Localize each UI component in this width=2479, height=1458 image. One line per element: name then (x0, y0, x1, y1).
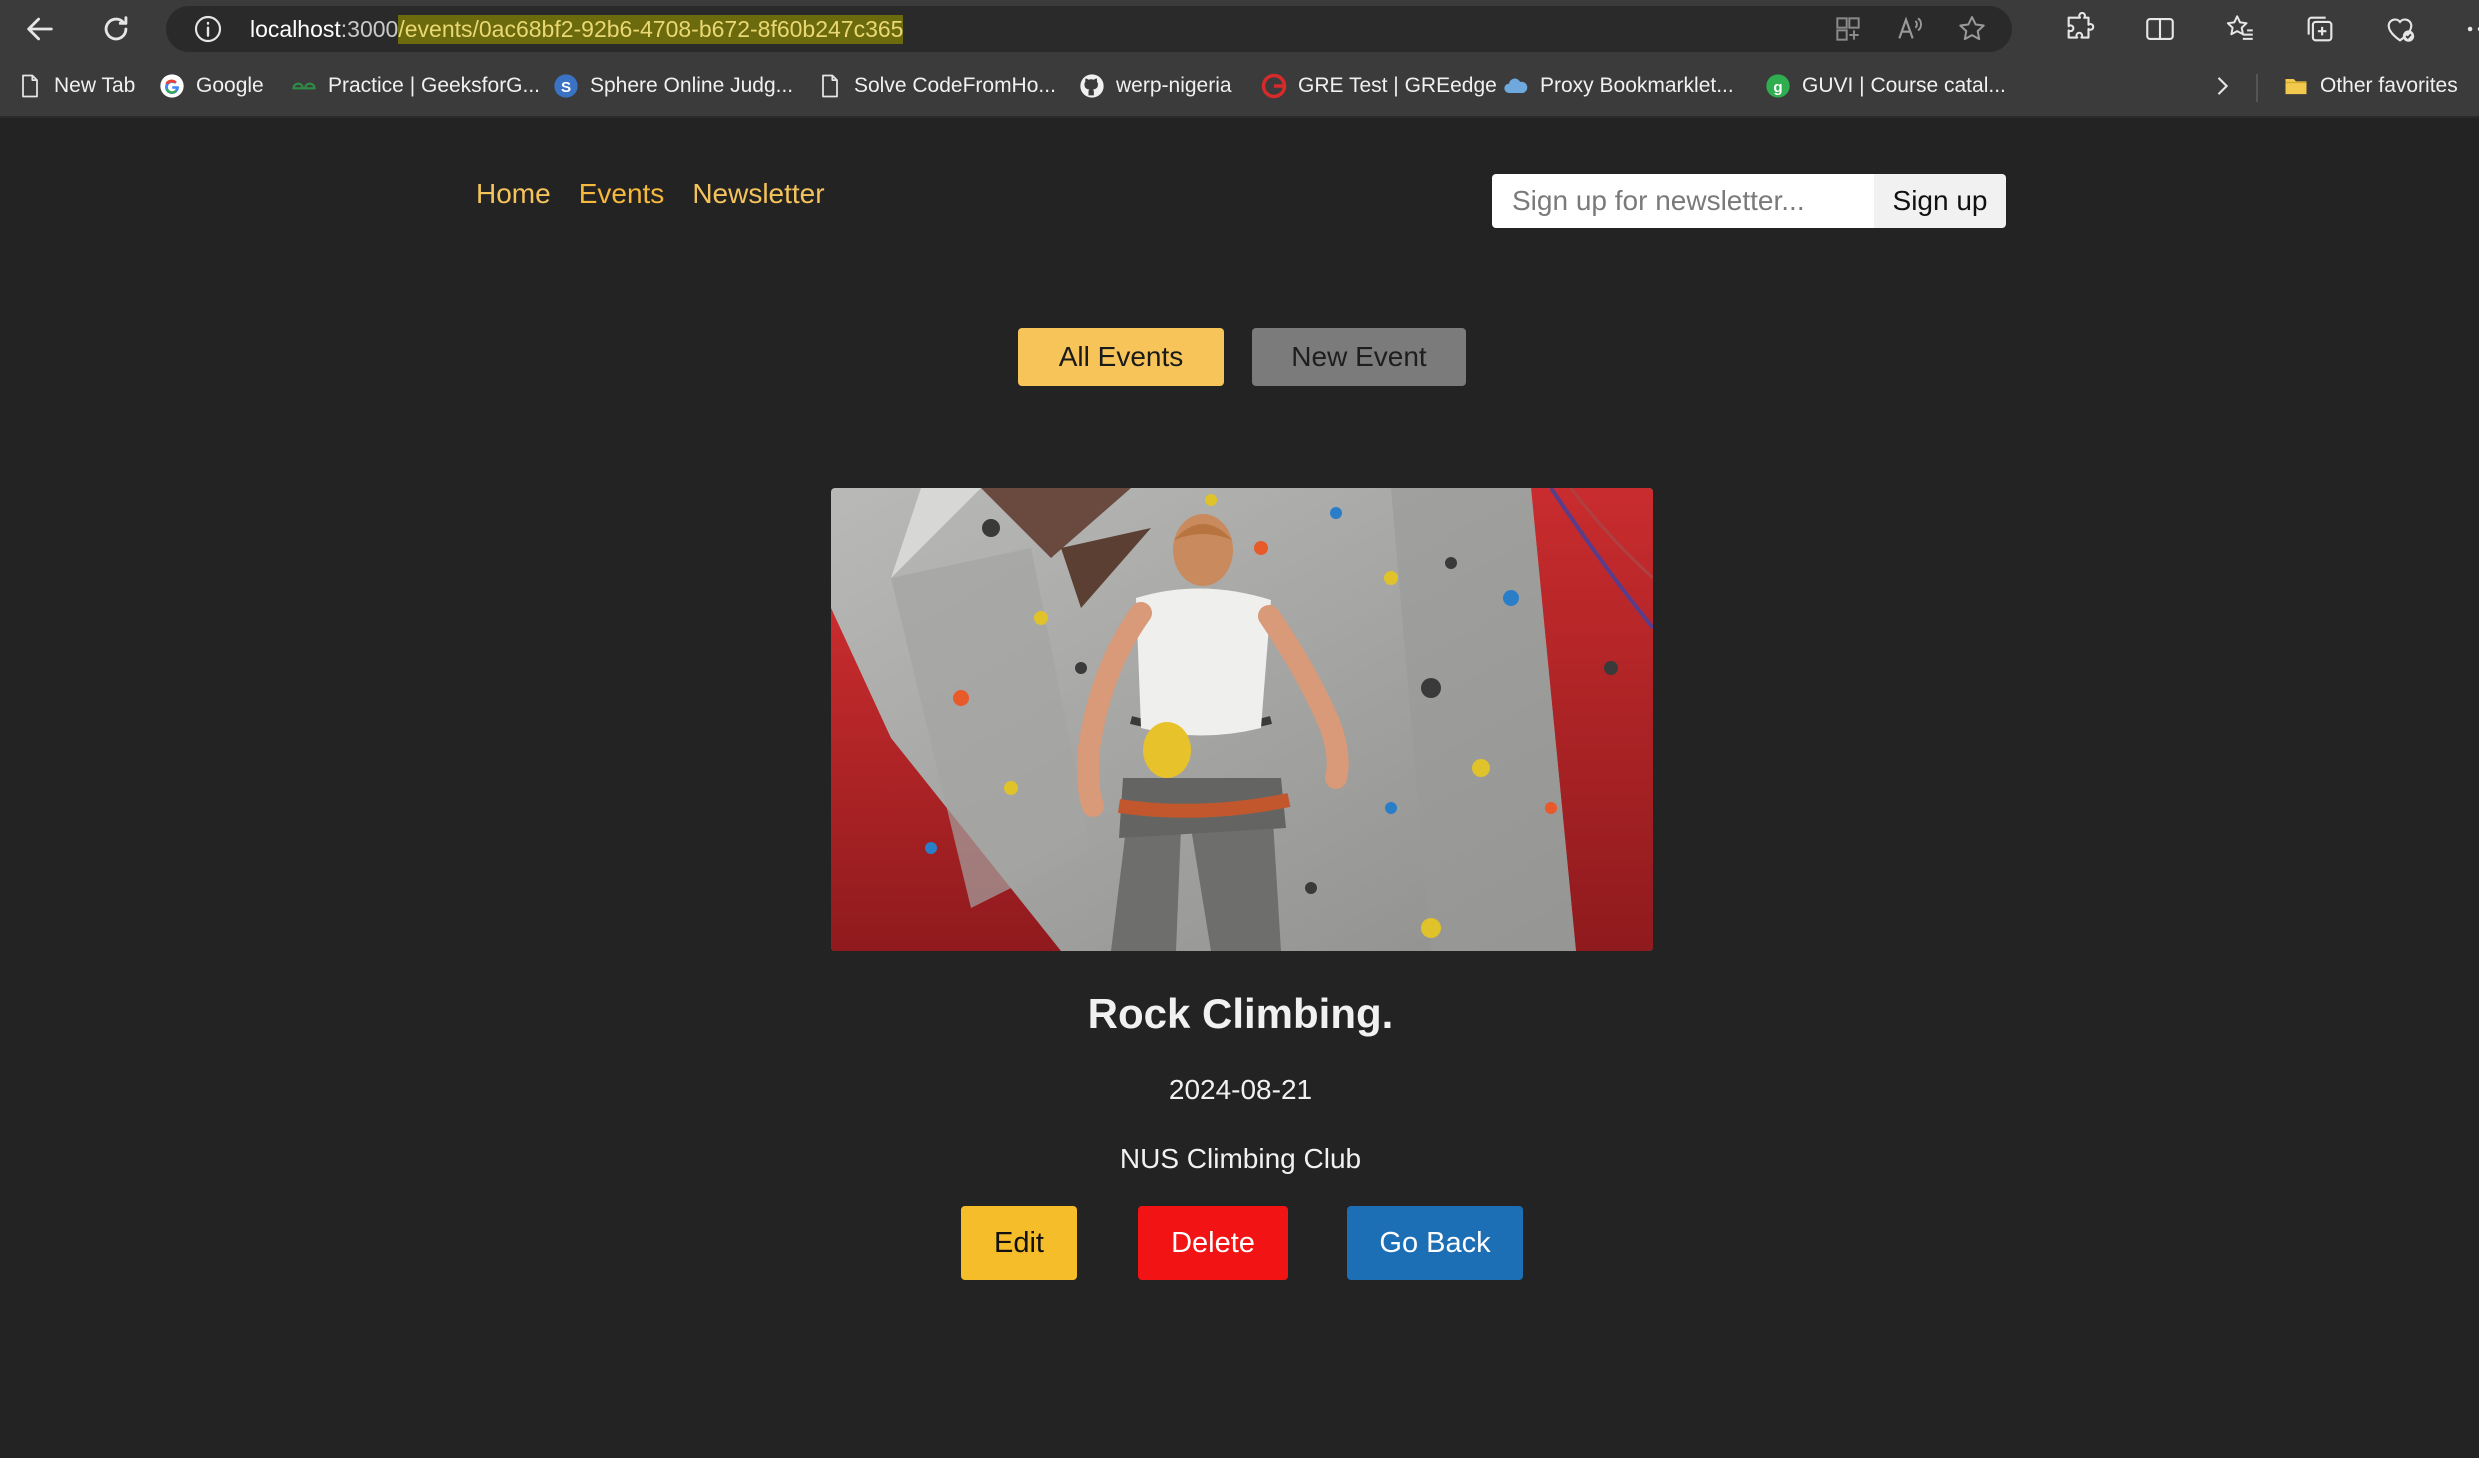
chevron-right-icon (2217, 77, 2229, 95)
bookmark-label: GRE Test | GREedge (1298, 74, 1497, 97)
bookmark-google[interactable]: Google (158, 72, 264, 100)
bookmarks-divider (2256, 74, 2258, 102)
events-tabs: All Events New Event (1018, 328, 1466, 386)
delete-button[interactable]: Delete (1138, 1206, 1288, 1280)
more-dots-icon (2467, 26, 2479, 32)
cloud-icon (1504, 78, 1528, 93)
google-icon (160, 74, 184, 98)
bookmark-label: werp-nigeria (1116, 74, 1232, 97)
bookmark-label: GUVI | Course catal... (1802, 74, 2006, 97)
bookmark-label: New Tab (54, 74, 136, 97)
puzzle-icon (2067, 12, 2095, 39)
go-back-button[interactable]: Go Back (1347, 1206, 1523, 1280)
newsletter-signup-form: Sign up (1492, 174, 2006, 228)
event-organizer: NUS Climbing Club (1119, 1143, 1362, 1174)
read-aloud-icon[interactable] (1894, 13, 1926, 45)
bookmark-label: Solve CodeFromHo... (854, 74, 1056, 97)
url-text[interactable]: localhost:3000/events/0ac68bf2-92b6-4708… (250, 14, 904, 44)
url-path: /events/0ac68bf2-92b6-4708-b672-8f60b247… (398, 14, 904, 44)
greedge-icon (1261, 73, 1287, 99)
split-screen-icon (2146, 18, 2174, 40)
url-host: localhost (250, 15, 341, 42)
event-date: 2024-08-21 (1168, 1074, 1313, 1105)
all-events-button[interactable]: All Events (1018, 328, 1224, 386)
collections-icon (2307, 16, 2333, 42)
settings-more-button[interactable] (2440, 12, 2479, 46)
nav-events-link[interactable]: Events (579, 178, 665, 210)
page-icon (22, 74, 38, 98)
browser-toolbar: localhost:3000/events/0ac68bf2-92b6-4708… (0, 0, 2479, 58)
bookmark-label: Sphere Online Judg... (590, 74, 794, 97)
back-button[interactable] (12, 0, 68, 58)
svg-text:S: S (561, 79, 571, 96)
newsletter-email-input[interactable] (1492, 174, 1874, 228)
bookmark-label: Practice | GeeksforG... (328, 74, 541, 97)
favorite-star-icon[interactable] (1956, 13, 1988, 45)
event-image (831, 488, 1653, 951)
app-available-icon[interactable] (1832, 13, 1864, 45)
bookmark-label: Proxy Bookmarklet... (1540, 74, 1734, 97)
bookmark-codefromhome[interactable]: Solve CodeFromHo... (816, 72, 1056, 100)
bookmark-geeksforgeeks[interactable]: Practice | GeeksforG... (290, 72, 540, 100)
extensions-button[interactable] (2040, 12, 2120, 46)
spoj-icon: S (554, 74, 578, 98)
bookmark-spoj[interactable]: S Sphere Online Judg... (552, 72, 793, 100)
bookmark-label: Other favorites (2320, 74, 2458, 97)
bookmark-other-favorites[interactable]: Other favorites (2282, 72, 2458, 100)
folder-icon (2285, 79, 2307, 95)
favorites-button[interactable] (2200, 12, 2280, 46)
nav-home-link[interactable]: Home (476, 178, 551, 210)
newsletter-signup-button[interactable]: Sign up (1874, 174, 2006, 228)
heart-pulse-icon (2387, 18, 2415, 42)
bookmarks-overflow-button[interactable] (2208, 72, 2236, 100)
new-event-button[interactable]: New Event (1252, 328, 1466, 386)
bookmark-werp-nigeria[interactable]: werp-nigeria (1078, 72, 1232, 100)
reload-icon (104, 16, 128, 41)
bookmark-new-tab[interactable]: New Tab (16, 72, 135, 100)
collections-button[interactable] (2280, 12, 2360, 46)
nav-newsletter-link[interactable]: Newsletter (692, 178, 824, 210)
favorites-list-icon (2226, 15, 2253, 40)
browser-essentials-button[interactable] (2360, 12, 2440, 46)
reload-button[interactable] (88, 0, 144, 58)
url-port: :3000 (340, 15, 399, 42)
page-content: Home Events Newsletter Sign up All Event… (2, 120, 2479, 1458)
split-screen-button[interactable] (2120, 12, 2200, 46)
guvi-icon: g (1766, 74, 1790, 98)
rock-climbing-photo (831, 488, 1653, 951)
geeksforgeeks-icon (292, 82, 316, 90)
back-arrow-icon (27, 17, 53, 41)
bookmark-proxy-bookmarklet[interactable]: Proxy Bookmarklet... (1502, 72, 1734, 100)
bookmarks-bar: New Tab Google Practice | GeeksforG... S… (0, 58, 2479, 118)
address-bar[interactable]: localhost:3000/events/0ac68bf2-92b6-4708… (166, 6, 2012, 52)
edit-button[interactable]: Edit (961, 1206, 1077, 1280)
github-icon (1080, 74, 1104, 98)
bookmark-guvi[interactable]: g GUVI | Course catal... (1764, 72, 2006, 100)
svg-text:g: g (1773, 79, 1782, 96)
bookmark-label: Google (196, 74, 264, 97)
page-icon (822, 74, 838, 98)
site-info-icon[interactable] (192, 13, 224, 45)
main-nav: Home Events Newsletter (476, 178, 825, 210)
event-title: Rock Climbing. (1087, 990, 1394, 1037)
bookmark-greedge[interactable]: GRE Test | GREedge (1260, 72, 1497, 100)
